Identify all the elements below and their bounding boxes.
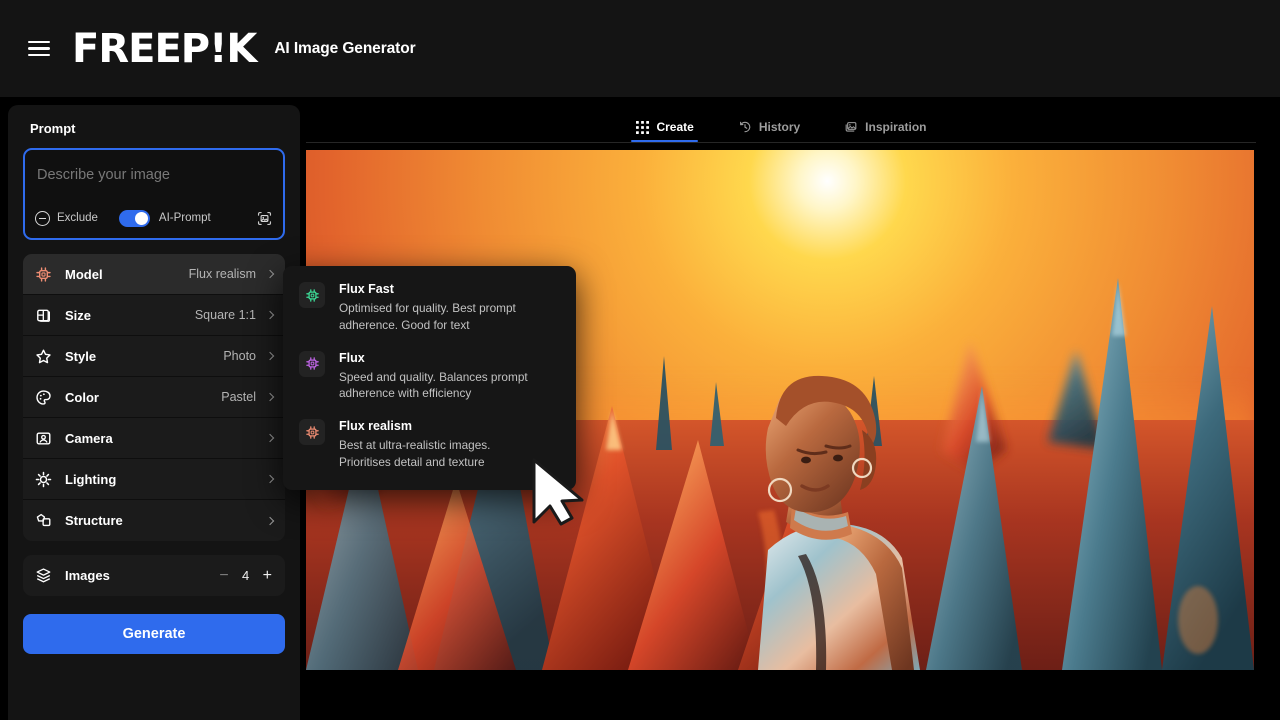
sidebar-item-value: Photo: [223, 349, 256, 363]
sidebar-item-color[interactable]: Color Pastel: [23, 377, 285, 418]
sidebar-item-model[interactable]: Model Flux realism: [23, 254, 285, 295]
tab-create[interactable]: Create: [635, 120, 693, 142]
tab-label: History: [759, 120, 800, 134]
grid-icon: [635, 120, 649, 134]
hamburger-icon[interactable]: [28, 41, 50, 57]
chevron-right-icon: [266, 434, 274, 442]
images-decrement-button[interactable]: −: [219, 568, 228, 584]
sidebar-item-label: Color: [65, 390, 99, 405]
toggle-knob: [135, 212, 148, 225]
model-option-description: Speed and quality. Balances prompt adher…: [339, 369, 539, 403]
images-count-row: Images − 4 +: [23, 555, 285, 596]
model-option-flux-realism[interactable]: Flux realism Best at ultra-realistic ima…: [299, 419, 558, 471]
sidebar-item-label: Structure: [65, 513, 123, 528]
app-subtitle: AI Image Generator: [274, 40, 415, 58]
sidebar-item-value: Square 1:1: [195, 308, 256, 322]
options-list: Model Flux realism Size Square 1:1: [23, 254, 285, 541]
hamburger-bar: [28, 41, 50, 43]
app-root: FREEP!K AI Image Generator Prompt Descri…: [0, 0, 1280, 720]
sidebar-item-label: Lighting: [65, 472, 116, 487]
chevron-right-icon: [266, 352, 274, 360]
sidebar-item-camera[interactable]: Camera: [23, 418, 285, 459]
sidebar-item-style[interactable]: Style Photo: [23, 336, 285, 377]
star-icon: [34, 347, 53, 366]
model-option-title: Flux realism: [339, 419, 539, 434]
tab-history[interactable]: History: [738, 120, 800, 142]
sidebar-item-label: Model: [65, 267, 103, 282]
chip-icon: [299, 282, 325, 308]
app-header: FREEP!K AI Image Generator: [0, 0, 1280, 97]
sidebar-item-label: Style: [65, 349, 96, 364]
chevron-right-icon: [266, 516, 274, 524]
sidebar-item-label: Camera: [65, 431, 113, 446]
layout-icon: [34, 306, 53, 325]
ai-prompt-toggle[interactable]: [119, 210, 150, 227]
chevron-right-icon: [266, 393, 274, 401]
minus-circle-icon: [35, 211, 50, 226]
tabs-divider: [306, 142, 1256, 143]
chevron-right-icon: [266, 475, 274, 483]
exclude-button[interactable]: Exclude: [35, 211, 98, 226]
chip-icon: [299, 351, 325, 377]
figure: [758, 376, 920, 670]
generate-button[interactable]: Generate: [23, 614, 285, 654]
sidebar-item-size[interactable]: Size Square 1:1: [23, 295, 285, 336]
chevron-right-icon: [266, 311, 274, 319]
brand-logo[interactable]: FREEP!K: [72, 29, 256, 69]
structure-icon: [34, 511, 53, 530]
clock-back-icon: [738, 120, 752, 134]
images-label: Images: [65, 568, 110, 583]
main-tabs: Create History Inspiration: [306, 105, 1256, 142]
sidebar-item-structure[interactable]: Structure: [23, 500, 285, 541]
exclude-label: Exclude: [57, 212, 98, 224]
images-icon: [844, 120, 858, 134]
sun-icon: [34, 470, 53, 489]
sidebar-item-value: Pastel: [221, 390, 256, 404]
images-increment-button[interactable]: +: [263, 568, 272, 584]
ai-prompt-label: AI-Prompt: [159, 212, 211, 224]
tab-label: Inspiration: [865, 120, 926, 134]
prompt-toolbar: Exclude AI-Prompt: [25, 207, 283, 229]
sidebar-item-value: Flux realism: [189, 267, 256, 281]
palette-icon: [34, 388, 53, 407]
prompt-input-box[interactable]: Describe your image Exclude AI-Prompt: [23, 148, 285, 240]
model-option-description: Best at ultra-realistic images. Prioriti…: [339, 437, 539, 471]
model-option-flux[interactable]: Flux Speed and quality. Balances prompt …: [299, 351, 558, 403]
chevron-right-icon: [266, 270, 274, 278]
chip-icon: [34, 265, 53, 284]
tab-inspiration[interactable]: Inspiration: [844, 120, 926, 142]
model-option-description: Optimised for quality. Best prompt adher…: [339, 300, 539, 334]
image-upload-icon[interactable]: [256, 210, 273, 227]
chip-icon: [299, 419, 325, 445]
sidebar-item-label: Size: [65, 308, 91, 323]
camera-icon: [34, 429, 53, 448]
model-option-title: Flux Fast: [339, 282, 539, 297]
hamburger-bar: [28, 47, 50, 49]
model-option-title: Flux: [339, 351, 539, 366]
layers-icon: [34, 566, 53, 585]
images-count-value: 4: [242, 568, 250, 583]
prompt-placeholder: Describe your image: [37, 167, 170, 183]
model-dropdown-menu: Flux Fast Optimised for quality. Best pr…: [283, 266, 576, 490]
sidebar-item-lighting[interactable]: Lighting: [23, 459, 285, 500]
sidebar-panel: Prompt Describe your image Exclude AI-Pr…: [8, 105, 300, 720]
page-title: Prompt: [23, 105, 285, 136]
hamburger-bar: [28, 54, 50, 56]
tab-label: Create: [656, 120, 693, 134]
model-option-flux-fast[interactable]: Flux Fast Optimised for quality. Best pr…: [299, 282, 558, 334]
